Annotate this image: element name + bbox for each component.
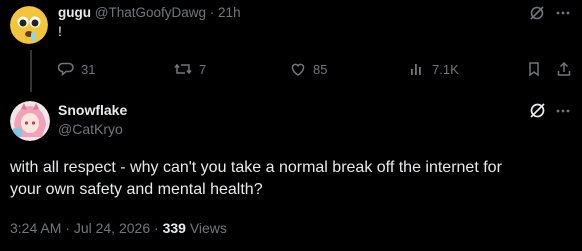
reply-button[interactable]: 31	[58, 61, 95, 77]
heart-icon	[290, 61, 306, 77]
meta-separator-1: ·	[65, 220, 70, 236]
parent-more-icon[interactable]	[555, 5, 571, 21]
meta-separator-2: ·	[154, 220, 159, 236]
reply-more-icon[interactable]	[555, 103, 571, 119]
bookmark-button[interactable]	[526, 61, 542, 77]
views-button[interactable]: 7.1K	[409, 61, 459, 77]
reply-text: with all respect - why can't you take a …	[10, 157, 576, 201]
parent-header: gugu @ThatGoofyDawg · 21h	[58, 5, 241, 20]
reply-grok-icon[interactable]	[529, 102, 546, 119]
bookmark-icon	[526, 61, 542, 77]
views-count: 7.1K	[432, 61, 459, 77]
share-icon	[556, 61, 572, 77]
reply-text-line-2: your own safety and mental health?	[10, 181, 263, 198]
repost-button[interactable]: 7	[174, 61, 206, 77]
reply-date[interactable]: Jul 24, 2026	[74, 220, 150, 236]
reply-handle[interactable]: @CatKryo	[58, 121, 123, 137]
reply-avatar[interactable]	[10, 101, 50, 141]
reply-views-count: 339	[162, 220, 186, 236]
reply-icon	[58, 61, 74, 77]
reply-display-name[interactable]: Snowflake	[58, 102, 127, 118]
repost-icon	[174, 61, 192, 77]
reply-meta: 3:24 AM · Jul 24, 2026 · 339 Views	[10, 220, 227, 236]
share-button[interactable]	[556, 61, 572, 77]
parent-display-name[interactable]: gugu	[58, 5, 91, 20]
reply-count: 31	[81, 61, 96, 77]
parent-avatar[interactable]	[10, 6, 48, 44]
like-count: 85	[313, 61, 328, 77]
thread-connector-line	[30, 50, 32, 92]
parent-handle[interactable]: @ThatGoofyDawg	[95, 5, 206, 20]
reply-views-label: Views	[189, 220, 227, 236]
parent-grok-icon[interactable]	[529, 5, 545, 21]
reply-time[interactable]: 3:24 AM	[10, 220, 61, 236]
reply-text-line-1: with all respect - why can't you take a …	[10, 159, 502, 176]
analytics-icon	[409, 61, 425, 77]
parent-text: !	[58, 23, 62, 39]
parent-time[interactable]: 21h	[218, 5, 241, 20]
parent-separator: ·	[209, 5, 215, 20]
like-button[interactable]: 85	[290, 61, 327, 77]
repost-count: 7	[199, 61, 207, 77]
